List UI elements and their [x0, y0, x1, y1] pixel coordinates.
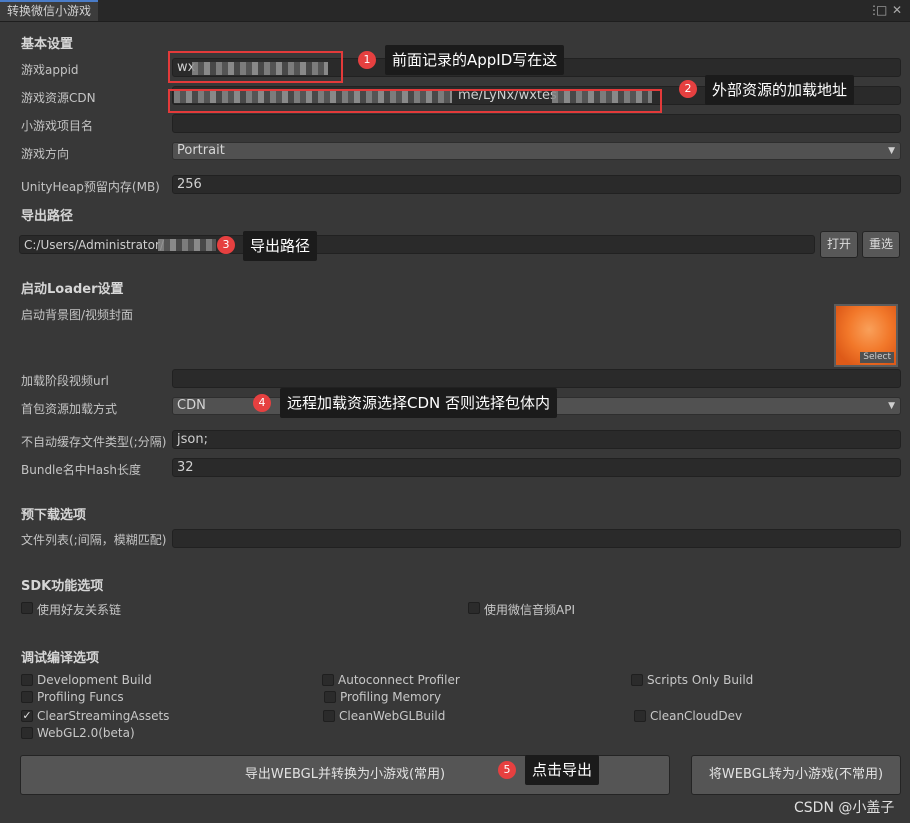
scripts-only-build-label: Scripts Only Build: [647, 673, 754, 687]
annotation-callout-2: 外部资源的加载地址: [705, 75, 855, 105]
annotation-badge-1: 1: [358, 51, 376, 69]
clean-webgl-build-checkbox[interactable]: [323, 710, 335, 722]
clear-streaming-assets-label: ClearStreamingAssets: [37, 709, 170, 723]
annotation-badge-2: 2: [679, 80, 697, 98]
highlight-box-appid: [168, 51, 343, 83]
csdn-watermark: CSDN @小盖子: [794, 800, 895, 816]
annotation-badge-4: 4: [253, 394, 271, 412]
section-sdk: SDK功能选项: [21, 579, 104, 594]
checkmark-icon: ✓: [22, 709, 32, 722]
bg-image-label: 启动背景图/视频封面: [21, 308, 134, 322]
annotation-badge-3: 3: [217, 236, 235, 254]
clear-streaming-assets-checkbox[interactable]: ✓: [21, 710, 33, 722]
orientation-label: 游戏方向: [21, 147, 70, 161]
redacted-path: [158, 239, 216, 251]
appid-label: 游戏appid: [21, 63, 79, 77]
file-list-label: 文件列表(;间隔，模糊匹配): [21, 533, 167, 547]
cdn-label: 游戏资源CDN: [21, 91, 96, 105]
video-url-field[interactable]: [172, 369, 901, 388]
no-cache-label: 不自动缓存文件类型(;分隔): [21, 435, 167, 449]
project-name-label: 小游戏项目名: [21, 119, 94, 133]
select-button[interactable]: Select: [860, 352, 894, 363]
clean-cloud-dev-checkbox[interactable]: [634, 710, 646, 722]
maximize-icon[interactable]: □: [876, 3, 887, 17]
section-export-path: 导出路径: [21, 209, 74, 224]
development-build-label: Development Build: [37, 673, 152, 687]
section-preload: 预下载选项: [21, 508, 87, 523]
profiling-memory-checkbox[interactable]: [324, 691, 336, 703]
dropdown-arrow-icon: ▼: [888, 401, 895, 411]
video-url-label: 加载阶段视频url: [21, 374, 109, 388]
close-icon[interactable]: ✕: [892, 3, 902, 17]
profiling-funcs-label: Profiling Funcs: [37, 690, 124, 704]
development-build-checkbox[interactable]: [21, 674, 33, 686]
profiling-memory-label: Profiling Memory: [340, 690, 442, 704]
dropdown-arrow-icon: ▼: [888, 146, 895, 156]
heap-label: UnityHeap预留内存(MB): [21, 180, 160, 194]
first-package-label: 首包资源加载方式: [21, 402, 118, 416]
webgl2-label: WebGL2.0(beta): [37, 726, 135, 740]
convert-only-button[interactable]: 将WEBGL转为小游戏(不常用): [691, 755, 901, 795]
section-debug: 调试编译选项: [21, 651, 100, 666]
bg-image-thumbnail[interactable]: Select: [834, 304, 898, 367]
wx-audio-checkbox[interactable]: [468, 602, 480, 614]
annotation-callout-1: 前面记录的AppID写在这: [385, 45, 565, 75]
section-basic: 基本设置: [21, 37, 74, 52]
section-loader: 启动Loader设置: [21, 282, 124, 297]
clean-cloud-dev-label: CleanCloudDev: [650, 709, 743, 723]
autoconnect-profiler-checkbox[interactable]: [322, 674, 334, 686]
annotation-callout-4: 远程加载资源选择CDN 否则选择包体内: [280, 388, 558, 418]
highlight-box-cdn: [168, 89, 662, 113]
autoconnect-profiler-label: Autoconnect Profiler: [338, 673, 460, 687]
reselect-button[interactable]: 重选: [862, 231, 900, 258]
wx-audio-label: 使用微信音频API: [484, 603, 575, 617]
window-tab-bar: [0, 0, 910, 22]
no-cache-field[interactable]: json;: [172, 430, 901, 449]
first-package-value: CDN: [177, 398, 206, 413]
annotation-callout-5: 点击导出: [525, 755, 600, 785]
hash-length-label: Bundle名中Hash长度: [21, 463, 142, 477]
orientation-value: Portrait: [177, 143, 225, 158]
annotation-callout-3: 导出路径: [243, 231, 318, 261]
profiling-funcs-checkbox[interactable]: [21, 691, 33, 703]
hash-length-field[interactable]: 32: [172, 458, 901, 477]
export-path-field[interactable]: C:/Users/Administrator/: [19, 235, 815, 254]
file-list-field[interactable]: [172, 529, 901, 548]
clean-webgl-build-label: CleanWebGLBuild: [339, 709, 446, 723]
webgl2-checkbox[interactable]: [21, 727, 33, 739]
friend-chain-label: 使用好友关系链: [37, 603, 122, 617]
friend-chain-checkbox[interactable]: [21, 602, 33, 614]
tab-wechat-minigame[interactable]: 转换微信小游戏: [0, 0, 99, 21]
orientation-dropdown[interactable]: Portrait ▼: [172, 142, 901, 160]
open-button[interactable]: 打开: [820, 231, 858, 258]
scripts-only-build-checkbox[interactable]: [631, 674, 643, 686]
heap-field[interactable]: 256: [172, 175, 901, 194]
project-name-field[interactable]: [172, 114, 901, 133]
annotation-badge-5: 5: [498, 761, 516, 779]
